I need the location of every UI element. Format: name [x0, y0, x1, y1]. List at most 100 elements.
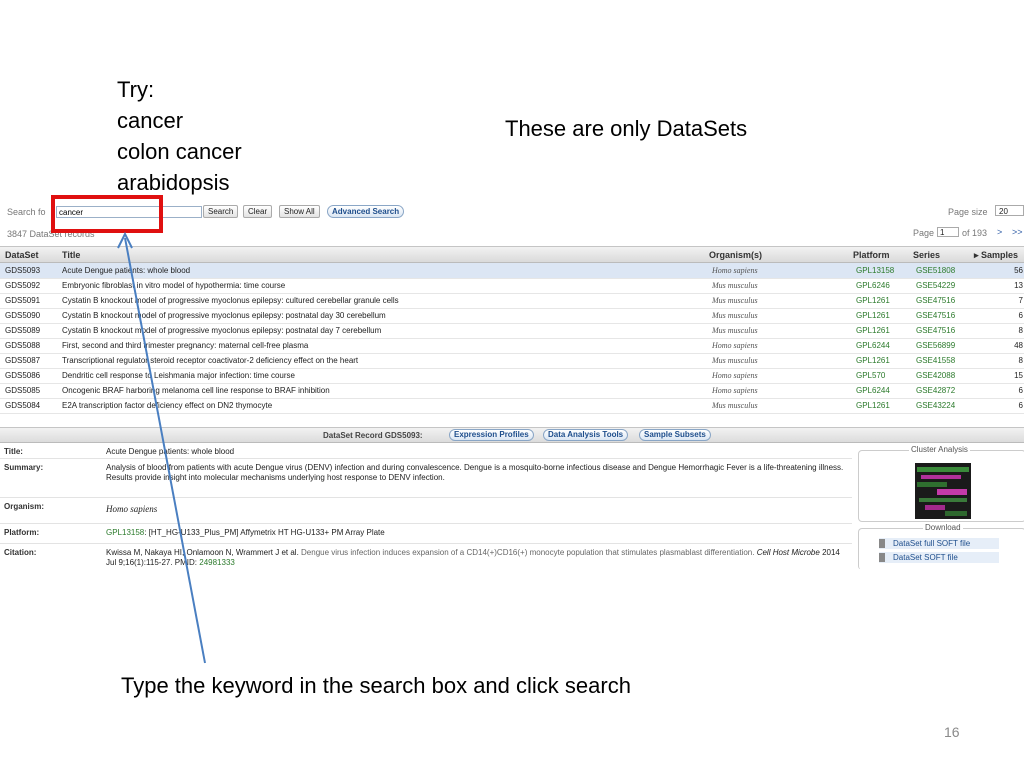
title-cell: Cystatin B knockout model of progressive…	[62, 326, 382, 335]
page-number-input[interactable]: 1	[937, 227, 959, 237]
table-header: DataSet Title Organism(s) Platform Serie…	[0, 247, 1024, 263]
series-link[interactable]: GSE51808	[916, 266, 955, 275]
table-row[interactable]: GDS5088 First, second and third trimester…	[0, 338, 1024, 354]
cluster-analysis-box: Cluster Analysis	[858, 445, 1024, 522]
series-link[interactable]: GSE43224	[916, 401, 955, 410]
samples-cell: 64	[1014, 416, 1023, 417]
series-link[interactable]: GSE47516	[916, 296, 955, 305]
geo-datasets-panel: Search fo Search Clear Show All Advanced…	[0, 192, 1024, 569]
search-input[interactable]	[56, 206, 202, 218]
organism-cell: Mus musculus	[712, 281, 758, 290]
dataset-id-cell: GDS5092	[5, 281, 41, 290]
samples-cell: 15	[1014, 371, 1023, 380]
platform-link[interactable]: GPL1261	[856, 296, 890, 305]
last-page-link[interactable]: >>	[1012, 227, 1023, 237]
organism-cell: Homo sapiens	[712, 266, 758, 275]
platform-link[interactable]: GPL6244	[856, 341, 890, 350]
series-link[interactable]: GSE47516	[916, 326, 955, 335]
tab-sample-subsets[interactable]: Sample Subsets	[639, 429, 711, 441]
title-cell: E2A transcription factor deficiency effe…	[62, 401, 273, 410]
search-bar: Search fo Search Clear Show All Advanced…	[0, 192, 1024, 220]
platform-link[interactable]: GPL1261	[856, 326, 890, 335]
table-row[interactable]: GDS5091 Cystatin B knockout model of prog…	[0, 293, 1024, 309]
try-line: colon cancer	[117, 139, 242, 164]
table-row[interactable]: GDS5092 Embryonic fibroblast in vitro mod…	[0, 278, 1024, 294]
platform-link[interactable]: GPL570	[856, 371, 885, 380]
page-size-select[interactable]: 20	[995, 205, 1024, 216]
series-link[interactable]: GSE41558	[916, 356, 955, 365]
citation-authors: Kwissa M, Nakaya HI, Onlamoon N, Wrammer…	[106, 548, 299, 557]
cluster-heatmap-thumbnail[interactable]	[915, 463, 971, 519]
records-count: 3847 DataSet records	[7, 229, 95, 239]
samples-cell: 6	[1018, 401, 1023, 410]
show-all-button[interactable]: Show All	[279, 205, 320, 218]
column-header[interactable]: DataSet	[5, 250, 39, 260]
dataset-id-cell: GDS5088	[5, 341, 41, 350]
download-box: Download DataSet full SOFT file DataSet …	[858, 523, 1024, 569]
column-header[interactable]: Series	[913, 250, 940, 260]
pubmed-link[interactable]: 24981333	[199, 558, 235, 567]
platform-link[interactable]: GPL13158	[856, 266, 894, 275]
organism-cell: Homo sapiens	[712, 416, 758, 417]
table-row[interactable]: GDS5086 Dendritic cell response to Leishm…	[0, 368, 1024, 384]
samples-cell: 8	[1018, 356, 1023, 365]
organism-cell: Mus musculus	[712, 326, 758, 335]
series-link[interactable]: GSE47516	[916, 311, 955, 320]
dataset-id-cell: GDS5093	[5, 266, 41, 275]
field-label: Platform:	[4, 528, 40, 537]
platform-link[interactable]: GPL6246	[856, 281, 890, 290]
instruction-note: Type the keyword in the search box and c…	[121, 673, 631, 698]
tab-expression-profiles[interactable]: Expression Profiles	[449, 429, 534, 441]
file-icon	[879, 553, 885, 562]
download-legend: Download	[923, 523, 963, 532]
series-link[interactable]: GSE54229	[916, 281, 955, 290]
column-header[interactable]: Title	[62, 250, 80, 260]
search-button[interactable]: Search	[203, 205, 239, 218]
dataset-id-cell: GDS5089	[5, 326, 41, 335]
record-title: DataSet Record GDS5093:	[323, 431, 423, 440]
clear-button[interactable]: Clear	[243, 205, 273, 218]
download-soft-link[interactable]: DataSet SOFT file	[879, 552, 999, 563]
platform-link[interactable]: GPL1261	[856, 356, 890, 365]
record-summary-field: Summary: Analysis of blood from patients…	[0, 459, 852, 498]
samples-cell: 13	[1014, 281, 1023, 290]
column-header[interactable]: Organism(s)	[709, 250, 762, 260]
platform-link[interactable]: GPL1261	[856, 401, 890, 410]
tab-data-analysis-tools[interactable]: Data Analysis Tools	[543, 429, 629, 441]
organism-cell: Homo sapiens	[712, 371, 758, 380]
platform-link[interactable]: GPL6244	[856, 416, 890, 417]
field-label: Citation:	[4, 548, 37, 557]
series-link[interactable]: GSE42088	[916, 371, 955, 380]
table-row[interactable]: GDS5085 Oncogenic BRAF harboring melanoma…	[0, 383, 1024, 399]
advanced-search-button[interactable]: Advanced Search	[327, 205, 405, 218]
record-platform-field: Platform: GPL13158: [HT_HG-U133_Plus_PM]…	[0, 524, 852, 544]
field-value: Acute Dengue patients: whole blood	[106, 447, 235, 456]
series-link[interactable]: GSE56899	[916, 341, 955, 350]
next-page-link[interactable]: >	[997, 227, 1002, 237]
platform-link[interactable]: GPL6244	[856, 386, 890, 395]
organism-cell: Mus musculus	[712, 401, 758, 410]
try-line: Try:	[117, 77, 155, 102]
samples-cell: 6	[1018, 311, 1023, 320]
table-row[interactable]: GDS5087 Transcriptional regulator steroid…	[0, 353, 1024, 369]
series-link[interactable]: GSE43292	[916, 416, 955, 417]
citation-journal: Cell Host Microbe	[756, 548, 820, 557]
field-value: Analysis of blood from patients with acu…	[106, 463, 844, 482]
table-row[interactable]: GDS5090 Cystatin B knockout model of prog…	[0, 308, 1024, 324]
column-header[interactable]: Platform	[853, 250, 890, 260]
try-line: cancer	[117, 108, 184, 133]
column-header[interactable]: ▸ Samples	[974, 250, 1018, 261]
platform-link[interactable]: GPL13158	[106, 528, 144, 537]
platform-link[interactable]: GPL1261	[856, 311, 890, 320]
organism-link[interactable]: Homo sapiens	[106, 504, 846, 514]
table-row[interactable]: GDS5084 E2A transcription factor deficien…	[0, 398, 1024, 414]
series-link[interactable]: GSE42872	[916, 386, 955, 395]
table-row[interactable]: GDS5093 Acute Dengue patients: whole bloo…	[0, 263, 1024, 279]
title-cell: Acute Dengue patients: whole blood	[62, 266, 191, 275]
samples-cell: 48	[1014, 341, 1023, 350]
table-row[interactable]: GDS5083 Carotid artery atheroma Homo sapie…	[0, 413, 1024, 417]
download-full-soft-link[interactable]: DataSet full SOFT file	[879, 538, 999, 549]
table-row[interactable]: GDS5089 Cystatin B knockout model of prog…	[0, 323, 1024, 339]
record-organism-field: Organism: Homo sapiens	[0, 498, 852, 524]
record-citation-field: Citation: Kwissa M, Nakaya HI, Onlamoon …	[0, 544, 852, 569]
